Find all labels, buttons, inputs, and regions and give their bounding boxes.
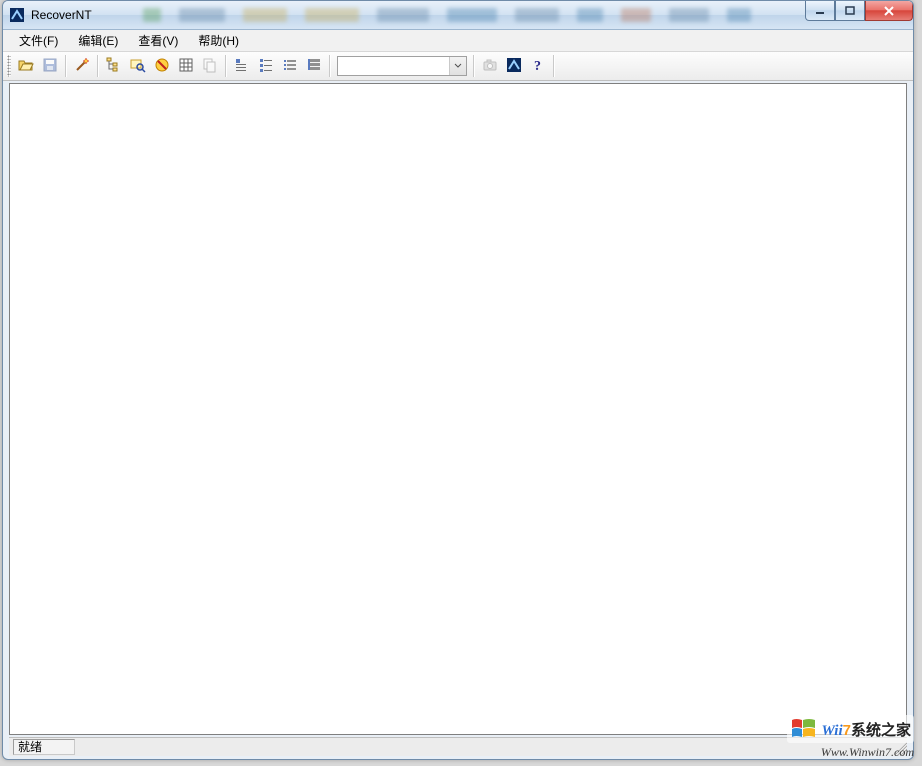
- save-button[interactable]: [39, 55, 61, 77]
- camera-icon: [482, 57, 498, 76]
- grid-button[interactable]: [175, 55, 197, 77]
- open-button[interactable]: [15, 55, 37, 77]
- view-large-button[interactable]: [303, 55, 325, 77]
- toolbar-grip[interactable]: [7, 55, 11, 77]
- grid-icon: [178, 57, 194, 76]
- path-combo[interactable]: [337, 56, 467, 76]
- menu-edit[interactable]: 编辑(E): [68, 30, 128, 51]
- menu-file[interactable]: 文件(F): [9, 30, 68, 51]
- svg-text:?: ?: [534, 59, 541, 73]
- toolbar-separator: [65, 55, 67, 77]
- refresh-button[interactable]: [151, 55, 173, 77]
- toolbar: ?: [3, 52, 913, 81]
- detail-medium-icon: [258, 57, 274, 76]
- refresh-icon: [154, 57, 170, 76]
- app-window: RecoverNT 文件(F): [2, 0, 914, 760]
- view-medium-button[interactable]: [255, 55, 277, 77]
- detail-list-icon: [282, 57, 298, 76]
- toolbar-separator: [553, 55, 555, 77]
- menu-view[interactable]: 查看(V): [128, 30, 188, 51]
- window-controls: [805, 1, 913, 21]
- resize-grip-icon[interactable]: [891, 739, 907, 755]
- view-small-button[interactable]: [231, 55, 253, 77]
- chevron-down-icon[interactable]: [449, 57, 466, 75]
- status-pane: 就绪: [13, 739, 75, 755]
- titlebar[interactable]: RecoverNT: [3, 1, 913, 30]
- toolbar-separator: [329, 55, 331, 77]
- save-icon: [42, 57, 58, 76]
- close-button[interactable]: [865, 1, 913, 21]
- app-icon: [506, 57, 522, 76]
- maximize-button[interactable]: [835, 1, 865, 21]
- toolbar-separator: [97, 55, 99, 77]
- copy-button[interactable]: [199, 55, 221, 77]
- menu-help[interactable]: 帮助(H): [188, 30, 249, 51]
- app-logo-icon: [9, 7, 25, 23]
- background-decoration: [143, 5, 773, 25]
- wand-button[interactable]: [71, 55, 93, 77]
- minimize-button[interactable]: [805, 1, 835, 21]
- toolbar-separator: [473, 55, 475, 77]
- status-text: 就绪: [18, 740, 42, 754]
- search-icon: [130, 57, 146, 76]
- copy-icon: [202, 57, 218, 76]
- app-button[interactable]: [503, 55, 525, 77]
- help-button[interactable]: ?: [527, 55, 549, 77]
- menubar: 文件(F) 编辑(E) 查看(V) 帮助(H): [3, 30, 913, 52]
- wand-icon: [74, 57, 90, 76]
- tree-icon: [106, 57, 122, 76]
- open-icon: [18, 57, 34, 76]
- toolbar-separator: [225, 55, 227, 77]
- view-list-button[interactable]: [279, 55, 301, 77]
- tree-button[interactable]: [103, 55, 125, 77]
- content-area[interactable]: [9, 83, 907, 735]
- help-icon: ?: [530, 57, 546, 76]
- camera-button[interactable]: [479, 55, 501, 77]
- search-button[interactable]: [127, 55, 149, 77]
- window-title: RecoverNT: [31, 8, 92, 22]
- detail-small-icon: [234, 57, 250, 76]
- statusbar: 就绪: [9, 737, 907, 756]
- detail-large-icon: [306, 57, 322, 76]
